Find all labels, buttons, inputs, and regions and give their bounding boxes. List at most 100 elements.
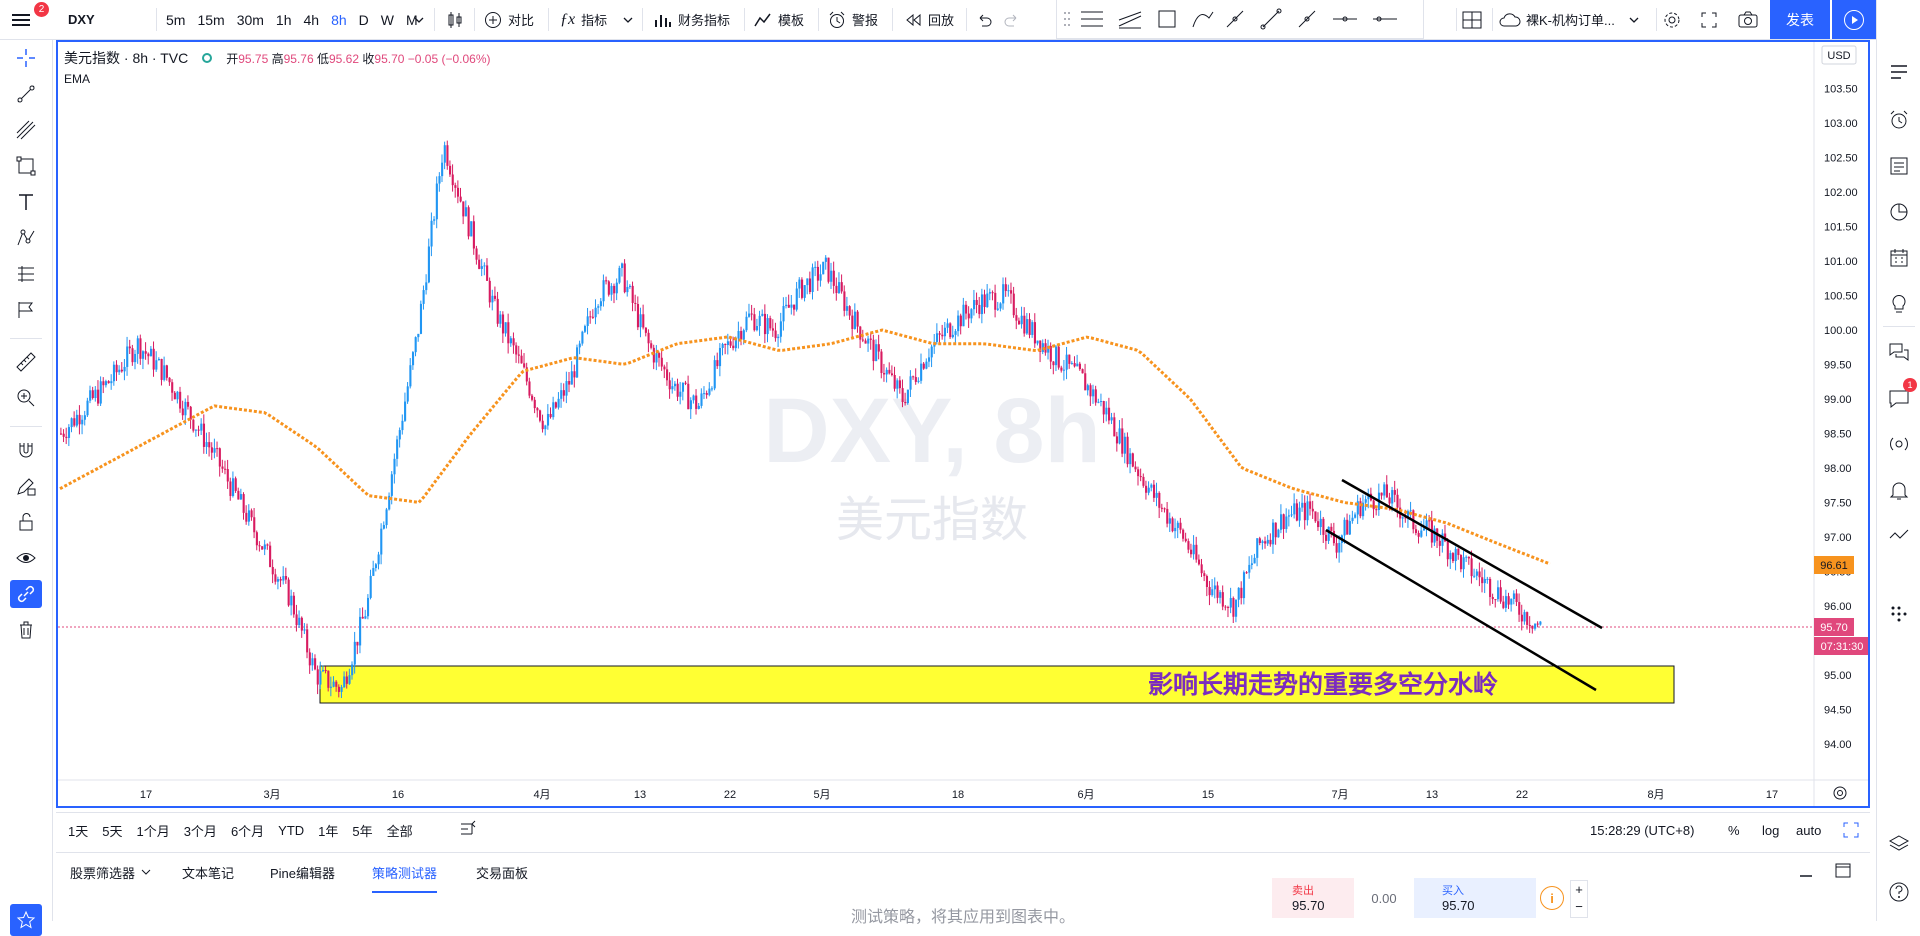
shapes-tool[interactable] bbox=[10, 152, 42, 180]
watchlist-button[interactable] bbox=[1883, 56, 1915, 88]
trendline-tool[interactable] bbox=[10, 80, 42, 108]
hotlists-button[interactable] bbox=[1883, 196, 1915, 228]
undo-button[interactable] bbox=[976, 0, 992, 39]
range-8[interactable]: 全部 bbox=[387, 821, 413, 840]
indicators-button[interactable]: ƒx 指标 bbox=[560, 0, 633, 39]
range-7[interactable]: 5年 bbox=[352, 821, 372, 840]
menu-button[interactable] bbox=[12, 0, 32, 39]
snapshot-button[interactable] bbox=[1738, 0, 1758, 39]
tab-notes[interactable]: 文本笔记 bbox=[182, 853, 234, 891]
hide-drawings-tool[interactable] bbox=[10, 544, 42, 572]
channel-upper-line[interactable] bbox=[1341, 478, 1603, 630]
compare-button[interactable]: 对比 bbox=[484, 0, 534, 39]
play-button[interactable] bbox=[1832, 0, 1876, 39]
interval-dropdown-button[interactable] bbox=[414, 0, 424, 39]
alerts-button[interactable] bbox=[1883, 104, 1915, 136]
chats-button[interactable] bbox=[1883, 336, 1915, 368]
calendar-button[interactable] bbox=[1883, 242, 1915, 274]
quantity-stepper[interactable]: + − bbox=[1570, 880, 1588, 918]
stay-in-drawing-tool[interactable] bbox=[10, 472, 42, 500]
indicator-legend[interactable]: EMA bbox=[64, 72, 90, 86]
maximize-panel-button[interactable] bbox=[1834, 862, 1852, 883]
path-icon[interactable] bbox=[1192, 11, 1214, 28]
range-5[interactable]: YTD bbox=[278, 823, 304, 838]
horizontal-line-icon[interactable] bbox=[1373, 16, 1397, 22]
tab-screener[interactable]: 股票筛选器 bbox=[70, 853, 151, 891]
replay-button[interactable]: 回放 bbox=[904, 0, 954, 39]
layout-grid-button[interactable] bbox=[1462, 0, 1482, 39]
magnet-tool[interactable] bbox=[10, 436, 42, 464]
range-6[interactable]: 1年 bbox=[318, 821, 338, 840]
interval-4h[interactable]: 4h bbox=[298, 12, 326, 28]
range-2[interactable]: 1个月 bbox=[136, 821, 169, 840]
sync-drawings-tool[interactable] bbox=[10, 580, 42, 608]
range-0[interactable]: 1天 bbox=[68, 821, 88, 840]
trading-panel-button[interactable] bbox=[1883, 520, 1915, 552]
interval-5m[interactable]: 5m bbox=[160, 12, 191, 28]
interval-15m[interactable]: 15m bbox=[191, 12, 230, 28]
info-icon[interactable]: i bbox=[1540, 886, 1564, 910]
minimize-panel-button[interactable] bbox=[1798, 863, 1814, 882]
interval-D[interactable]: D bbox=[353, 12, 375, 28]
text-tool[interactable] bbox=[10, 188, 42, 216]
watchlist-star-button[interactable] bbox=[10, 904, 42, 936]
lock-drawings-tool[interactable] bbox=[10, 508, 42, 536]
dom-button[interactable] bbox=[1883, 596, 1915, 628]
ideas-button[interactable] bbox=[1883, 288, 1915, 320]
trend-line-icon[interactable] bbox=[1260, 8, 1282, 30]
financials-button[interactable]: 财务指标 bbox=[654, 0, 730, 39]
price-chart[interactable]: DXY, 8h 美元指数 影响长期走势的重要多空分水岭 103.50 103.00… bbox=[58, 42, 1868, 806]
horizontal-ray-icon[interactable] bbox=[1333, 16, 1357, 22]
settings-button[interactable] bbox=[1662, 0, 1682, 39]
parallel-channel-icon[interactable] bbox=[1081, 11, 1103, 27]
redo-button[interactable] bbox=[1004, 0, 1020, 39]
regression-trend-icon[interactable] bbox=[1118, 11, 1142, 29]
tab-trading-panel[interactable]: 交易面板 bbox=[476, 853, 528, 891]
notifications-button[interactable] bbox=[1883, 474, 1915, 506]
tab-strategy-tester[interactable]: 策略测试器 bbox=[372, 853, 438, 893]
crosshair-tool[interactable] bbox=[10, 44, 42, 72]
measure-tool[interactable] bbox=[10, 348, 42, 376]
range-3[interactable]: 3个月 bbox=[184, 821, 217, 840]
publish-button[interactable]: 发表 bbox=[1770, 0, 1830, 39]
goto-date-button[interactable] bbox=[458, 820, 478, 843]
tab-pine-editor[interactable]: Pine编辑器 bbox=[270, 853, 335, 891]
rectangle-icon[interactable] bbox=[1158, 10, 1176, 28]
buy-button[interactable]: 买入 95.70 bbox=[1414, 878, 1536, 918]
log-toggle[interactable]: log bbox=[1762, 813, 1779, 847]
layers-button[interactable] bbox=[1883, 828, 1915, 860]
interval-1h[interactable]: 1h bbox=[270, 12, 298, 28]
pattern-tool[interactable] bbox=[10, 224, 42, 252]
streams-button[interactable] bbox=[1883, 428, 1915, 460]
ray-icon[interactable] bbox=[1226, 10, 1244, 28]
chart-pane[interactable]: DXY, 8h 美元指数 影响长期走势的重要多空分水岭 103.50 103.00… bbox=[56, 40, 1870, 808]
support-zone-annotation[interactable]: 影响长期走势的重要多空分水岭 bbox=[1148, 670, 1498, 699]
percent-toggle[interactable]: % bbox=[1728, 813, 1740, 847]
extended-line-icon[interactable] bbox=[1298, 10, 1316, 28]
remove-drawings-tool[interactable] bbox=[10, 616, 42, 644]
maximize-button[interactable] bbox=[1842, 821, 1860, 842]
pitchfork-tool[interactable] bbox=[10, 116, 42, 144]
zoom-tool[interactable] bbox=[10, 384, 42, 412]
range-1[interactable]: 5天 bbox=[102, 821, 122, 840]
alert-button[interactable]: 警报 bbox=[828, 0, 878, 39]
range-4[interactable]: 6个月 bbox=[231, 821, 264, 840]
interval-8h[interactable]: 8h bbox=[325, 12, 353, 28]
layout-name-button[interactable]: 裸K-机构订单... bbox=[1498, 0, 1639, 39]
data-window-button[interactable] bbox=[1883, 150, 1915, 182]
templates-button[interactable]: 模板 bbox=[754, 0, 804, 39]
interval-W[interactable]: W bbox=[375, 12, 400, 28]
chart-type-button[interactable] bbox=[446, 0, 464, 39]
axis-settings-button[interactable] bbox=[1833, 786, 1847, 800]
auto-toggle[interactable]: auto bbox=[1796, 813, 1821, 847]
symbol-legend[interactable]: 美元指数 · 8h · TVC 开95.75 高95.76 低95.62 收95… bbox=[64, 48, 491, 68]
clock[interactable]: 15:28:29 (UTC+8) bbox=[1590, 813, 1694, 847]
symbol-search[interactable]: DXY bbox=[68, 0, 95, 39]
fullscreen-button[interactable] bbox=[1700, 0, 1718, 39]
drag-handle-icon[interactable] bbox=[1064, 12, 1070, 26]
sell-button[interactable]: 卖出 95.70 bbox=[1272, 878, 1354, 918]
icons-tool[interactable] bbox=[10, 296, 42, 324]
prediction-tool[interactable] bbox=[10, 260, 42, 288]
interval-30m[interactable]: 30m bbox=[231, 12, 270, 28]
help-button[interactable] bbox=[1883, 876, 1915, 908]
